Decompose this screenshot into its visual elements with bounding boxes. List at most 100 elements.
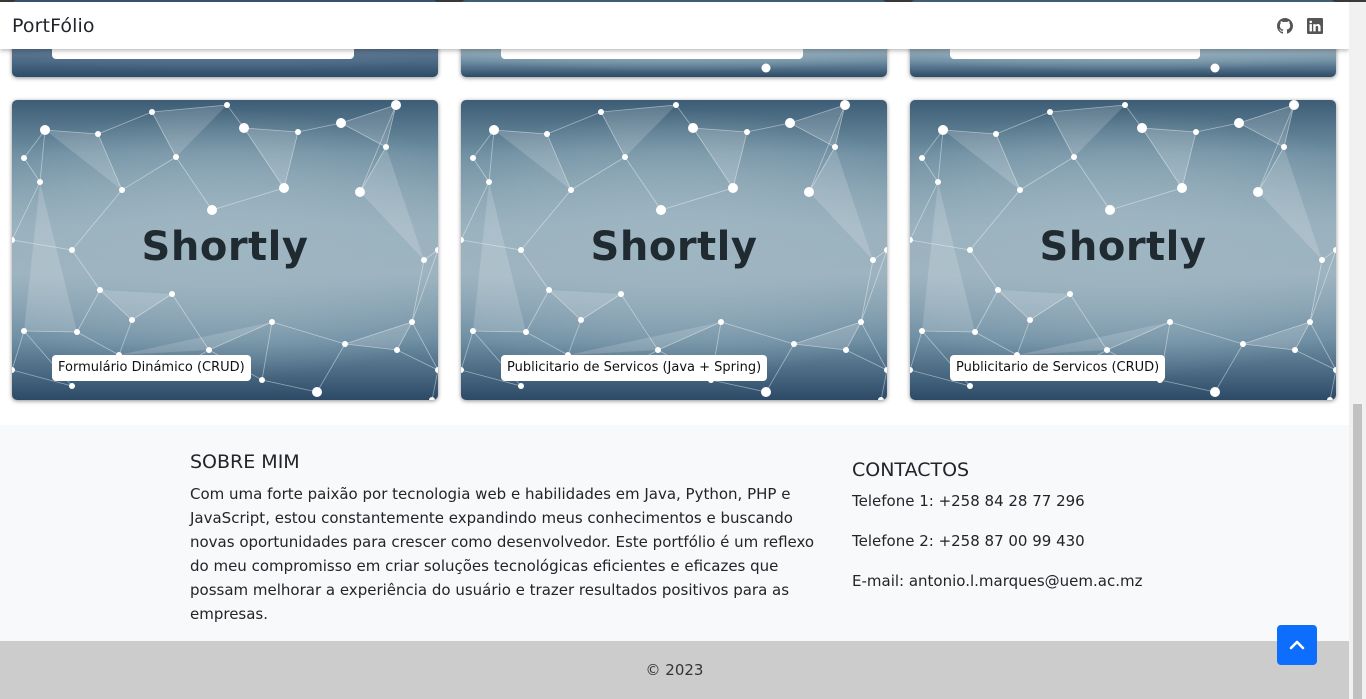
network-triangle — [494, 130, 571, 190]
network-triangle — [1142, 128, 1196, 188]
network-node — [1307, 319, 1313, 325]
network-line — [1159, 379, 1216, 393]
network-node — [1289, 100, 1299, 110]
network-node — [207, 205, 217, 215]
contacts-title: CONTACTOS — [852, 459, 970, 481]
scrollbar-thumb[interactable] — [1353, 404, 1362, 699]
network-line — [1309, 321, 1336, 371]
network-node — [618, 291, 624, 297]
copyright-text: © 2023 — [645, 661, 704, 679]
network-node — [546, 287, 552, 293]
network-node — [1047, 109, 1053, 115]
network-node — [342, 341, 348, 347]
network-node — [355, 187, 365, 197]
network-node — [336, 118, 346, 128]
network-triangle — [1017, 322, 1170, 355]
network-node — [843, 347, 849, 353]
github-icon[interactable] — [1277, 17, 1293, 34]
project-title: Shortly — [1039, 224, 1207, 270]
network-line — [97, 111, 153, 135]
network-node — [919, 328, 925, 334]
network-triangle — [601, 105, 676, 157]
network-node — [394, 347, 400, 353]
network-node — [12, 367, 15, 373]
network-node — [938, 125, 948, 135]
network-line — [261, 379, 318, 393]
network-line — [12, 330, 25, 371]
network-node — [673, 102, 679, 108]
network-node — [409, 319, 415, 325]
project-card[interactable]: Shortly Publicitario de Servicos (Java +… — [461, 100, 887, 400]
network-node — [744, 129, 750, 135]
network-node — [470, 328, 476, 334]
about-title: SOBRE MIM — [190, 451, 300, 473]
network-line — [746, 122, 791, 133]
network-node — [383, 144, 389, 150]
network-line — [567, 319, 582, 356]
network-line — [860, 321, 887, 371]
network-node — [761, 387, 771, 397]
brand-logo[interactable]: PortFólio — [12, 15, 95, 37]
network-node — [993, 131, 999, 137]
network-line — [570, 156, 626, 191]
network-node — [486, 179, 492, 185]
network-line — [411, 321, 438, 371]
network-node — [832, 144, 838, 150]
network-triangle — [794, 322, 861, 350]
network-node — [224, 102, 230, 108]
network-node — [470, 155, 476, 161]
network-node — [149, 109, 155, 115]
network-line — [880, 369, 887, 400]
linkedin-icon[interactable] — [1307, 17, 1323, 34]
back-to-top-button[interactable] — [1277, 625, 1317, 665]
network-line — [937, 129, 944, 183]
network-node — [656, 205, 666, 215]
network-node — [69, 383, 75, 389]
network-node — [1281, 144, 1287, 150]
network-node — [74, 329, 80, 335]
network-line — [431, 369, 438, 400]
network-node — [578, 317, 584, 323]
network-node — [840, 100, 850, 110]
network-line — [910, 330, 923, 371]
network-line — [1169, 321, 1244, 345]
network-node — [259, 377, 265, 383]
contact-email[interactable]: E-mail: antonio.l.marques@uem.ac.mz — [852, 572, 1143, 590]
network-line — [710, 379, 767, 393]
network-node — [568, 187, 574, 193]
network-node — [279, 183, 289, 193]
network-node — [239, 123, 249, 133]
project-card[interactable]: Shortly Formulário Dinámico (CRUD) — [12, 100, 438, 400]
project-title: Shortly — [590, 224, 758, 270]
network-line — [765, 343, 795, 393]
network-line — [1195, 122, 1240, 133]
network-triangle — [1050, 105, 1125, 157]
network-node — [1104, 347, 1110, 353]
network-node — [312, 387, 322, 397]
contact-phone-1: Telefone 1: +258 84 28 77 296 — [852, 492, 1085, 510]
network-node — [429, 397, 435, 400]
network-node — [1327, 397, 1333, 400]
network-triangle — [100, 290, 172, 320]
network-triangle — [244, 128, 298, 188]
network-triangle — [549, 290, 621, 320]
network-node — [967, 383, 973, 389]
network-node — [655, 347, 661, 353]
network-triangle — [45, 130, 122, 190]
project-label: Publicitario de Servicos (CRUD) — [950, 355, 1166, 381]
network-node — [269, 319, 275, 325]
network-line — [472, 129, 495, 159]
page-scrollbar[interactable] — [1349, 2, 1366, 699]
project-card[interactable]: Shortly Publicitario de Servicos (CRUD) — [910, 100, 1336, 400]
project-title: Shortly — [141, 224, 309, 270]
network-line — [525, 331, 569, 356]
network-line — [1019, 156, 1075, 191]
copyright-bar: © 2023 — [0, 641, 1349, 699]
chevron-up-icon — [1289, 640, 1305, 650]
network-node — [1240, 341, 1246, 347]
network-node — [21, 328, 27, 334]
network-node — [1067, 291, 1073, 297]
network-node — [972, 329, 978, 335]
network-line — [23, 157, 41, 183]
network-line — [1073, 156, 1111, 211]
